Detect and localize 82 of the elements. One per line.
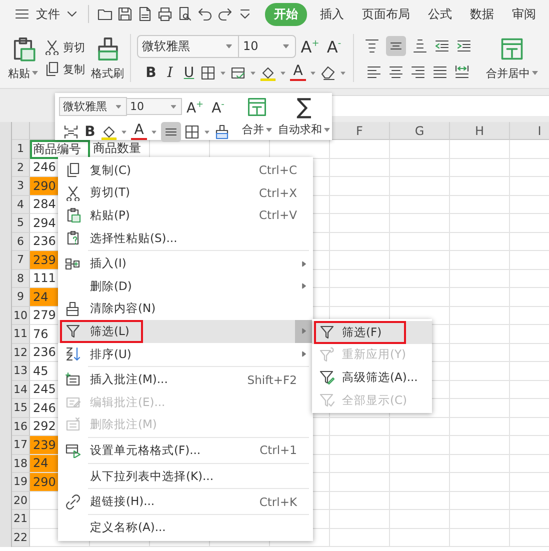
- cut-button[interactable]: 剪切: [44, 39, 85, 55]
- row-header[interactable]: 12: [12, 344, 30, 362]
- column-header[interactable]: H: [450, 122, 510, 140]
- menu-item-label: 插入(I): [90, 256, 126, 272]
- row-header[interactable]: 22: [12, 528, 30, 547]
- menu-item-label: 从下拉列表中选择(K)...: [90, 468, 214, 484]
- italic-button[interactable]: I: [162, 64, 178, 82]
- row-header[interactable]: 19: [12, 473, 30, 492]
- shortcut-text: Shift+F2: [247, 372, 297, 387]
- copy-button[interactable]: 复制: [44, 61, 85, 77]
- shortcut-text: Ctrl+K: [259, 494, 297, 509]
- font-color-button[interactable]: A: [290, 64, 306, 81]
- font-select[interactable]: 微软雅黑: [59, 97, 127, 116]
- menu-item-label: 排序(U): [90, 346, 132, 362]
- row-header[interactable]: 15: [12, 399, 30, 418]
- decrease-font-button[interactable]: A$^{-}$: [324, 35, 344, 57]
- menu-item-label: 筛选(L): [90, 324, 130, 339]
- ribbon-tab[interactable]: 插入: [311, 2, 353, 26]
- bold-button[interactable]: B: [82, 122, 98, 141]
- merge-center-button[interactable]: 合并居中: [486, 28, 538, 88]
- font-size-select[interactable]: 10: [126, 98, 182, 116]
- menu-item-label: 剪切(T): [90, 185, 130, 200]
- row-header[interactable]: 21: [12, 510, 30, 528]
- shortcut-text: Ctrl+1: [260, 443, 297, 458]
- menu-item[interactable]: 筛选(F): [312, 321, 432, 344]
- row-header[interactable]: 18: [12, 454, 30, 473]
- shortcut-text: Ctrl+C: [258, 163, 297, 178]
- row-header[interactable]: 7: [12, 251, 30, 270]
- row-header[interactable]: 8: [12, 270, 30, 288]
- row-header[interactable]: 3: [12, 177, 30, 196]
- row-header[interactable]: 14: [12, 380, 30, 399]
- column-header[interactable]: I: [510, 122, 549, 140]
- row-header[interactable]: 9: [12, 288, 30, 306]
- merge-button[interactable]: 合并: [242, 96, 272, 137]
- menu-item-label: 插入批注(M)...: [90, 372, 168, 388]
- format-painter-button[interactable]: 格式刷: [91, 36, 124, 80]
- row-header[interactable]: 20: [12, 492, 30, 510]
- autosum-button[interactable]: ∑ 自动求和: [278, 96, 330, 137]
- font-color-button[interactable]: A: [131, 123, 147, 140]
- menu-item-label: 全部显示(C): [342, 392, 408, 408]
- column-header[interactable]: G: [390, 122, 450, 140]
- menu-item-label: 复制(C): [90, 162, 132, 178]
- menu-item-label: 高级筛选(A)...: [342, 370, 418, 385]
- menu-item[interactable]: 高级筛选(A)...: [312, 366, 432, 389]
- menu-item-label: 删除批注(M): [90, 417, 157, 432]
- row-header[interactable]: 2: [12, 158, 30, 177]
- menu-item-label: 设置单元格格式(F)...: [90, 442, 201, 458]
- menu-item[interactable]: 超链接(H)... Ctrl+K: [58, 490, 313, 513]
- menu-item-label: 筛选(F): [342, 324, 382, 340]
- row-header[interactable]: 10: [12, 306, 30, 325]
- ribbon-tab[interactable]: 审阅: [503, 2, 545, 26]
- menu-item-label: 定义名称(A)...: [90, 520, 166, 535]
- row-header[interactable]: 4: [12, 196, 30, 214]
- menu-item-label: 删除(D): [90, 278, 132, 294]
- row-header[interactable]: 17: [12, 436, 30, 454]
- menu-item[interactable]: 筛选(L): [58, 320, 313, 343]
- decrease-font-button[interactable]: A$^{-}$: [208, 96, 228, 118]
- ribbon-tab[interactable]: 公式: [419, 2, 461, 26]
- menu-item[interactable]: 定义名称(A)...: [58, 516, 313, 538]
- shortcut-text: Ctrl+V: [259, 208, 297, 222]
- row-header[interactable]: 13: [12, 362, 30, 380]
- row-header[interactable]: 11: [12, 325, 30, 344]
- column-header[interactable]: F: [330, 122, 390, 140]
- ribbon-tab[interactable]: 页面布局: [353, 2, 419, 26]
- file-menu[interactable]: 文件: [36, 6, 60, 22]
- paste-button[interactable]: 粘贴: [8, 36, 38, 80]
- shortcut-text: Ctrl+X: [259, 186, 297, 200]
- underline-button[interactable]: U: [181, 64, 197, 82]
- menu-item-label: 选择性粘贴(S)...: [90, 230, 178, 246]
- ribbon-tab[interactable]: 数据: [461, 2, 503, 26]
- increase-font-button[interactable]: A$^{+}$: [300, 35, 320, 57]
- row-header[interactable]: 16: [12, 418, 30, 436]
- bold-button[interactable]: B: [143, 64, 159, 82]
- menu-item-label: 粘贴(P): [90, 208, 130, 223]
- row-header[interactable]: 1: [12, 140, 30, 158]
- menu-item-label: 重新应用(Y): [342, 347, 406, 362]
- menu-item-label: 超链接(H)...: [90, 494, 155, 510]
- row-header[interactable]: 5: [12, 214, 30, 232]
- menu-item-label: 清除内容(N): [90, 301, 156, 316]
- menu-item-label: 编辑批注(E)...: [90, 394, 166, 410]
- row-header[interactable]: 6: [12, 232, 30, 251]
- increase-font-button[interactable]: A$^{+}$: [185, 96, 205, 118]
